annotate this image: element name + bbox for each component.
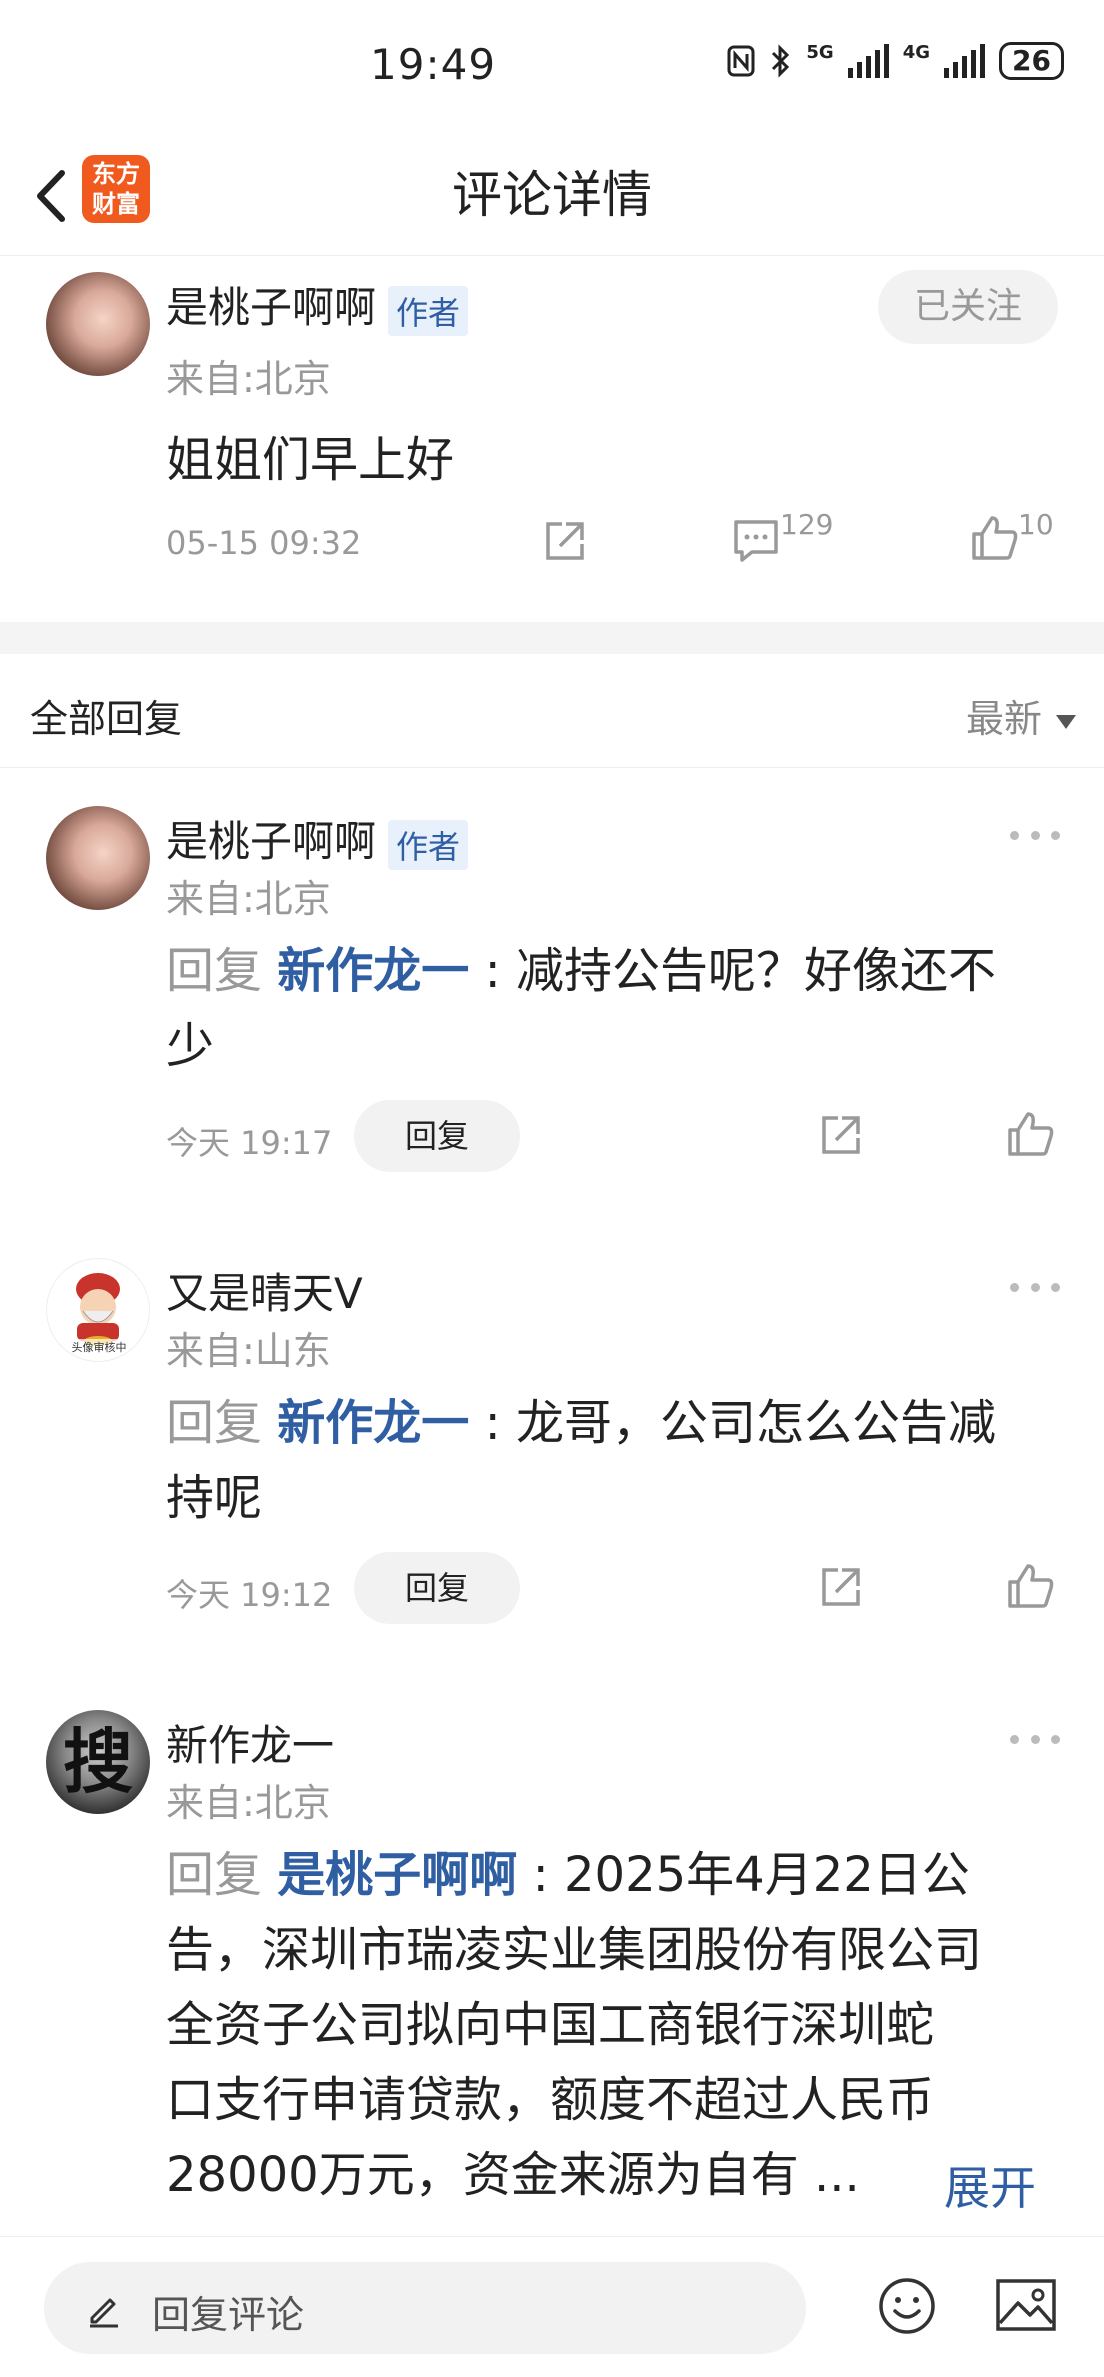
header-divider xyxy=(0,767,1104,768)
section-divider xyxy=(0,622,1104,654)
reply-location: 来自:北京 xyxy=(166,877,331,921)
all-replies-title: 全部回复 xyxy=(30,697,183,741)
sort-dropdown[interactable]: 最新 xyxy=(966,688,1076,743)
reply-target-user[interactable]: 是桃子啊啊 xyxy=(277,1847,517,1903)
bluetooth-icon xyxy=(772,44,790,78)
reply-time: 今天 19:12 xyxy=(166,1576,333,1614)
reply-time: 今天 19:17 xyxy=(166,1124,333,1162)
network-4g-label: 4G xyxy=(902,42,931,63)
reply-input-placeholder: 回复评论 xyxy=(152,2293,305,2337)
emoji-icon[interactable] xyxy=(876,2275,938,2337)
like-icon[interactable] xyxy=(1004,1560,1056,1612)
battery-icon: 26 xyxy=(999,42,1064,80)
reply-prefix: 回复 xyxy=(166,943,263,999)
like-icon[interactable] xyxy=(968,512,1020,564)
status-time: 19:49 xyxy=(370,40,497,89)
post-text: 姐姐们早上好 xyxy=(166,432,455,488)
reply-line: 持呢 xyxy=(166,1470,263,1526)
reply-target-user[interactable]: 新作龙一 xyxy=(277,943,469,999)
avatar[interactable]: 搜 xyxy=(46,1710,150,1814)
reply-button[interactable]: 回复 xyxy=(354,1552,520,1624)
triangle-down-icon xyxy=(1056,714,1076,729)
more-options-icon[interactable] xyxy=(1010,825,1060,845)
avatar-caption: 头像审核中 xyxy=(47,1339,149,1355)
more-options-icon[interactable] xyxy=(1010,1729,1060,1749)
avatar[interactable]: 头像审核中 xyxy=(46,1258,150,1362)
reply-line: : 减持公告呢？好像还不 xyxy=(484,943,996,999)
username-text[interactable]: 是桃子啊啊 xyxy=(166,283,376,332)
like-count: 10 xyxy=(1018,508,1054,541)
network-5g-label: 5G xyxy=(806,42,834,63)
nav-bar: 东方 财富 评论详情 xyxy=(0,135,1104,256)
like-icon[interactable] xyxy=(1004,1108,1056,1160)
comment-count: 129 xyxy=(780,508,834,541)
reply-prefix: 回复 xyxy=(166,1847,263,1903)
share-icon[interactable] xyxy=(816,1562,866,1612)
reply-line: 口支行申请贷款，额度不超过人民币 xyxy=(166,2072,935,2128)
reply-line: 全资子公司拟向中国工商银行深圳蛇 xyxy=(166,1997,935,2053)
author-badge: 作者 xyxy=(388,819,469,870)
more-options-icon[interactable] xyxy=(1010,1277,1060,1297)
reply-button[interactable]: 回复 xyxy=(354,1100,520,1172)
author-badge: 作者 xyxy=(388,285,469,336)
reply-line: 少 xyxy=(166,1018,215,1074)
sort-label: 最新 xyxy=(965,697,1042,741)
image-icon[interactable] xyxy=(994,2277,1058,2335)
reply-line: : 龙哥，公司怎么公告减 xyxy=(484,1395,996,1451)
username-text[interactable]: 是桃子啊啊 xyxy=(166,817,376,866)
share-icon[interactable] xyxy=(816,1110,866,1160)
comment-icon[interactable] xyxy=(730,516,782,566)
reply-location: 来自:北京 xyxy=(166,1781,331,1825)
reply-location: 来自:山东 xyxy=(166,1329,331,1373)
signal-icon xyxy=(847,44,889,78)
reply-line: 告，深圳市瑞凌实业集团股份有限公司 xyxy=(166,1922,983,1978)
reply-username[interactable]: 是桃子啊啊 作者 xyxy=(166,808,469,870)
reply-username[interactable]: 新作龙一 xyxy=(166,1712,334,1773)
avatar[interactable] xyxy=(46,806,150,910)
signal-icon-2 xyxy=(944,44,986,78)
status-icons: 5G 4G 26 xyxy=(726,42,1064,80)
reply-line: : 2025年4月22日公 xyxy=(532,1847,970,1903)
reply-username[interactable]: 又是晴天V xyxy=(166,1260,363,1321)
reply-input[interactable]: 回复评论 xyxy=(44,2262,806,2354)
post-username[interactable]: 是桃子啊啊 作者 xyxy=(166,274,469,336)
reply-line: 28000万元，资金来源为自有 ... xyxy=(166,2147,860,2203)
share-icon[interactable] xyxy=(540,516,590,566)
avatar[interactable] xyxy=(46,272,150,376)
reply-text: 回复 新作龙一 : 减持公告呢？好像还不 少 xyxy=(166,934,1066,1084)
pencil-icon xyxy=(90,2298,118,2328)
reply-prefix: 回复 xyxy=(166,1395,263,1451)
bottom-bar: 回复评论 xyxy=(0,2236,1104,2377)
nfc-icon xyxy=(727,45,755,77)
post-time: 05-15 09:32 xyxy=(166,524,362,562)
follow-button[interactable]: 已关注 xyxy=(878,270,1058,344)
post-location: 来自:北京 xyxy=(166,357,331,401)
page-title: 评论详情 xyxy=(452,166,652,224)
reply-text: 回复 是桃子啊啊 : 2025年4月22日公 告，深圳市瑞凌实业集团股份有限公司… xyxy=(166,1838,1066,2213)
reply-target-user[interactable]: 新作龙一 xyxy=(277,1395,469,1451)
reply-text: 回复 新作龙一 : 龙哥，公司怎么公告减 持呢 xyxy=(166,1386,1066,1536)
expand-link[interactable]: 展开 xyxy=(944,2152,1036,2218)
status-bar: 19:49 5G 4G 26 xyxy=(0,0,1104,135)
